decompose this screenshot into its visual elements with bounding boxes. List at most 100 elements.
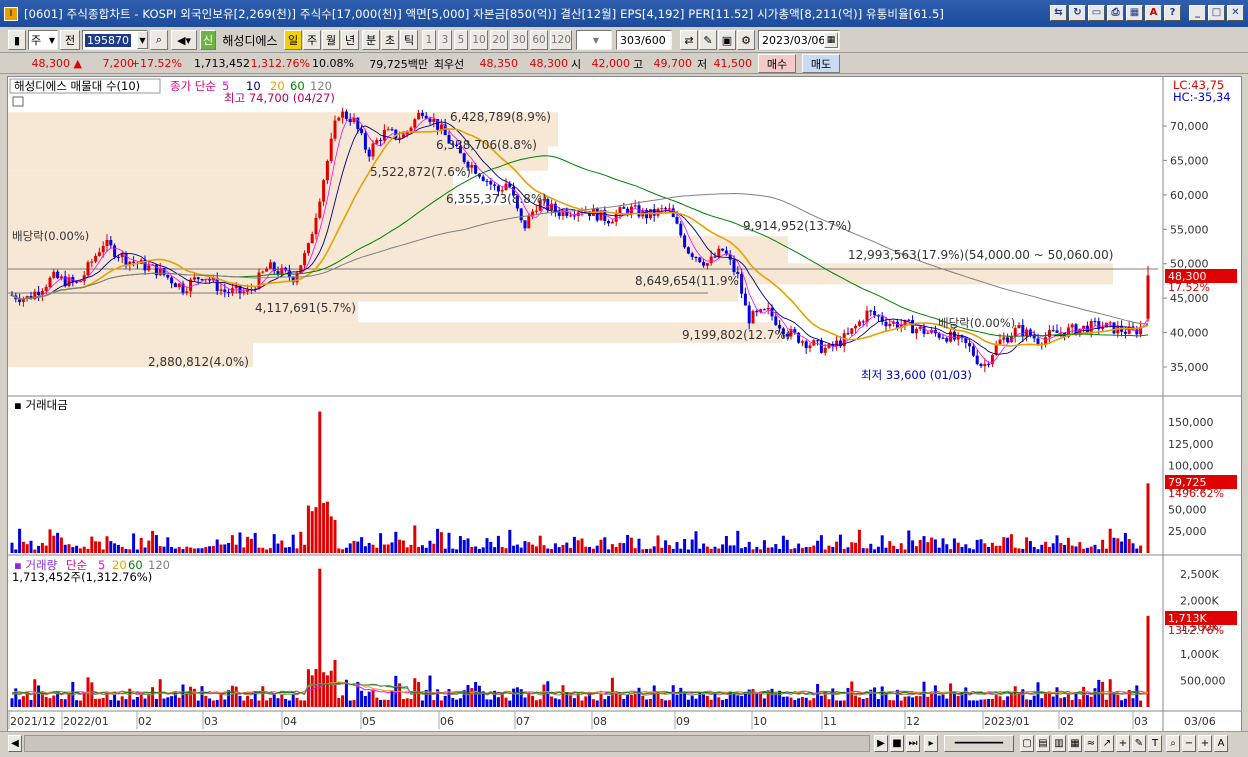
period-tick-button[interactable]: 틱 bbox=[400, 30, 418, 50]
interval-60-button[interactable]: 60 bbox=[530, 30, 548, 50]
window-icon[interactable]: ▭ bbox=[1088, 5, 1105, 21]
menu-icon[interactable]: ▮ bbox=[8, 30, 26, 50]
volume-bar bbox=[907, 696, 911, 707]
refresh-icon[interactable]: ↻ bbox=[1069, 5, 1086, 21]
tool-icon[interactable]: ✎ bbox=[699, 30, 717, 50]
cross-icon[interactable]: + bbox=[1116, 735, 1130, 752]
minus-icon[interactable]: − bbox=[1182, 735, 1196, 752]
volume-bar bbox=[553, 698, 557, 707]
credit-icon[interactable]: 신 bbox=[200, 30, 216, 50]
period-day-button[interactable]: 일 bbox=[284, 30, 302, 50]
font-size-icon[interactable]: A bbox=[1214, 735, 1228, 752]
scroll-left-icon[interactable]: ◀ bbox=[8, 735, 22, 752]
data-count-field[interactable]: 303/600 bbox=[616, 30, 672, 50]
scrollbar-track[interactable] bbox=[24, 735, 870, 752]
help-icon[interactable]: ? bbox=[1164, 5, 1181, 21]
zoom-slider[interactable]: ━━━━━━━━ bbox=[944, 735, 1014, 752]
volume-bar bbox=[804, 697, 808, 707]
link-icon[interactable]: ⇆ bbox=[1050, 5, 1067, 21]
code-dropdown-icon[interactable]: ▼ bbox=[137, 31, 148, 49]
interval-1-button[interactable]: 1 bbox=[422, 30, 436, 50]
amount-bar bbox=[173, 548, 177, 553]
interval-20-button[interactable]: 20 bbox=[490, 30, 508, 50]
x-axis-label: 02 bbox=[138, 715, 152, 728]
layout-4-icon[interactable]: ▦ bbox=[1068, 735, 1082, 752]
text-icon[interactable]: T bbox=[1148, 735, 1162, 752]
amount-bar bbox=[97, 541, 101, 553]
candle-body bbox=[610, 221, 614, 224]
prev-button[interactable]: 전 bbox=[60, 30, 80, 50]
volume-bar bbox=[348, 700, 352, 707]
volume-bar bbox=[455, 699, 459, 707]
candle-body bbox=[409, 127, 413, 132]
amount-bar bbox=[572, 536, 576, 553]
period-month-button[interactable]: 월 bbox=[322, 30, 340, 50]
volume-bar bbox=[496, 697, 500, 707]
amount-bar bbox=[515, 544, 519, 553]
pen-icon[interactable]: ✎ bbox=[1132, 735, 1146, 752]
buy-button[interactable]: 매수 bbox=[758, 54, 796, 73]
amount-bar bbox=[474, 546, 478, 553]
speaker-icon[interactable]: ◀▾ bbox=[171, 30, 197, 50]
candle-body bbox=[132, 261, 136, 263]
volume-bar bbox=[10, 698, 14, 707]
plus-icon[interactable]: + bbox=[1198, 735, 1212, 752]
volume-bar bbox=[1131, 698, 1135, 707]
sell-button[interactable]: 매도 bbox=[802, 54, 840, 73]
layout-1-icon[interactable]: ▢ bbox=[1020, 735, 1034, 752]
chart-icon[interactable]: ▦ bbox=[1126, 5, 1143, 21]
amount-bar bbox=[534, 546, 538, 553]
calendar-icon[interactable]: ▦ bbox=[824, 32, 838, 48]
market-select[interactable]: 주 ▼ bbox=[28, 30, 58, 50]
amount-bar bbox=[219, 544, 223, 553]
interval-3-button[interactable]: 3 bbox=[438, 30, 452, 50]
amount-bar bbox=[390, 542, 394, 553]
amount-bar bbox=[500, 546, 504, 553]
layout-2-icon[interactable]: ▤ bbox=[1036, 735, 1050, 752]
font-icon[interactable]: A bbox=[1145, 5, 1162, 21]
period-second-button[interactable]: 초 bbox=[381, 30, 399, 50]
interval-10-button[interactable]: 10 bbox=[470, 30, 488, 50]
volume-bar bbox=[75, 700, 79, 707]
amount-bar bbox=[911, 540, 915, 553]
arrow-icon[interactable]: ↗ bbox=[1100, 735, 1114, 752]
amount-bar bbox=[705, 546, 709, 553]
search-icon[interactable]: ⌕ bbox=[150, 30, 168, 50]
amount-bar bbox=[439, 532, 443, 553]
interval-30-button[interactable]: 30 bbox=[510, 30, 528, 50]
candle-body bbox=[116, 256, 120, 258]
zoom-out-icon[interactable]: ⌕ bbox=[1166, 735, 1180, 752]
print-icon[interactable]: ⎙ bbox=[1107, 5, 1124, 21]
interval-5-button[interactable]: 5 bbox=[454, 30, 468, 50]
minimize-button[interactable]: _ bbox=[1189, 5, 1206, 21]
candle-body bbox=[569, 215, 573, 217]
candle-body bbox=[675, 217, 679, 224]
candle-body bbox=[432, 119, 436, 122]
interval-120-button[interactable]: 120 bbox=[550, 30, 572, 50]
close-button[interactable]: ✕ bbox=[1227, 5, 1244, 21]
volume-bar bbox=[945, 698, 949, 707]
layout-3-icon[interactable]: ▥ bbox=[1052, 735, 1066, 752]
draw-icon[interactable]: ≈ bbox=[1084, 735, 1098, 752]
period-year-button[interactable]: 년 bbox=[341, 30, 359, 50]
volume-bar bbox=[242, 700, 246, 707]
end-icon[interactable]: ▸ bbox=[924, 735, 938, 752]
fast-forward-icon[interactable]: ⏭ bbox=[906, 735, 920, 752]
period-week-button[interactable]: 주 bbox=[303, 30, 321, 50]
period-minute-button[interactable]: 분 bbox=[362, 30, 380, 50]
amount-bar bbox=[918, 539, 922, 553]
settings-icon[interactable]: ⚙ bbox=[737, 30, 755, 50]
candle-body bbox=[686, 247, 690, 254]
amount-bar bbox=[717, 548, 721, 553]
play-icon[interactable]: ▶ bbox=[874, 735, 888, 752]
chart-area[interactable]: 6,428,789(8.9%) 6,338,706(8.8%) 5,522,872(… bbox=[7, 76, 1242, 732]
candle-body bbox=[109, 240, 113, 246]
interval-input[interactable]: ▼ bbox=[576, 30, 612, 50]
save-icon[interactable]: ▣ bbox=[718, 30, 736, 50]
pin-icon[interactable]: ⇄ bbox=[680, 30, 698, 50]
maximize-button[interactable]: □ bbox=[1208, 5, 1225, 21]
chart-canvas[interactable]: 6,428,789(8.9%) 6,338,706(8.8%) 5,522,872(… bbox=[8, 77, 1241, 731]
stop-icon[interactable]: ■ bbox=[890, 735, 904, 752]
volume-bar bbox=[1025, 699, 1029, 707]
volume-bar bbox=[246, 695, 250, 707]
